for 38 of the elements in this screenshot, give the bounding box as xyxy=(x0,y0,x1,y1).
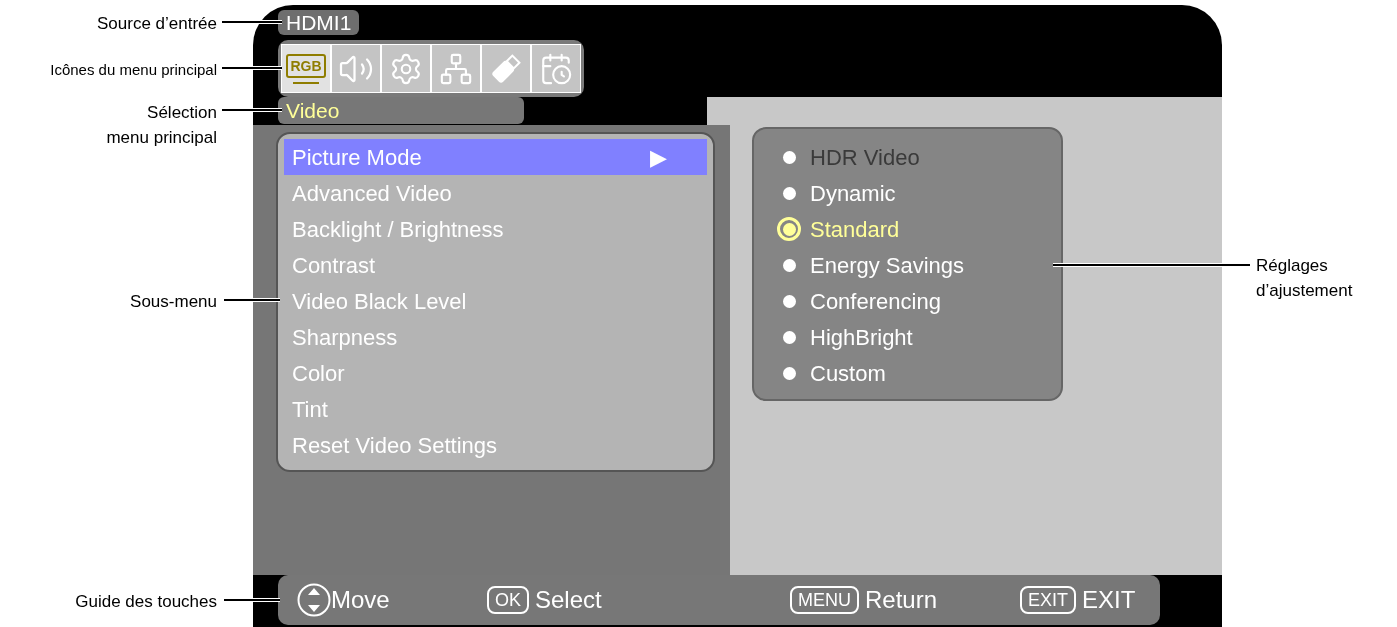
option-label[interactable]: HighBright xyxy=(810,320,913,354)
key-action: Move xyxy=(331,588,390,612)
network-icon xyxy=(439,51,473,86)
rgb-label: RGB xyxy=(290,58,322,73)
annotation-label: Sous-menu xyxy=(130,291,217,313)
submenu-item[interactable]: Backlight / Brightness xyxy=(284,211,707,247)
key-action: Select xyxy=(535,588,602,612)
radio-selected[interactable] xyxy=(777,217,801,241)
annotation-label: Sélection menu principal xyxy=(106,102,217,149)
submenu-item[interactable]: Contrast xyxy=(284,247,707,283)
key-label: MENU xyxy=(790,586,859,614)
annotation-label: Réglages d’ajustement xyxy=(1256,255,1353,302)
annotation-label: Icônes du menu principal xyxy=(50,60,217,80)
main-menu-selection: Video xyxy=(278,97,524,124)
usb-stick-icon xyxy=(490,52,522,85)
gear-icon xyxy=(389,51,423,86)
up-down-keys-icon xyxy=(297,583,331,617)
submenu-item[interactable]: Advanced Video xyxy=(284,175,707,211)
main-menu-tab[interactable]: RGB xyxy=(281,44,331,93)
option-label[interactable]: Standard xyxy=(810,212,900,246)
option-label[interactable]: Conferencing xyxy=(810,284,941,318)
key-label: EXIT xyxy=(1020,586,1076,614)
annotation-label: Source d’entrée xyxy=(96,13,217,35)
option-label[interactable]: Custom xyxy=(810,356,886,390)
key-action: EXIT xyxy=(1082,588,1136,612)
option-label[interactable]: Dynamic xyxy=(810,176,896,210)
annotation-label: Guide des touches xyxy=(75,591,217,613)
submenu-item[interactable]: Tint xyxy=(284,391,707,427)
submenu-item[interactable]: Picture Mode ▶ xyxy=(284,139,707,175)
calendar-clock-icon xyxy=(539,51,573,86)
key-label: OK xyxy=(487,586,529,614)
submenu-item[interactable]: Reset Video Settings xyxy=(284,427,707,463)
option-label[interactable]: Energy Savings xyxy=(810,248,965,282)
submenu-item[interactable]: Sharpness xyxy=(284,319,707,355)
key-action: Return xyxy=(865,588,938,612)
submenu-item[interactable]: Video Black Level xyxy=(284,283,707,319)
submenu-item[interactable]: Color xyxy=(284,355,707,391)
input-source: HDMI1 xyxy=(278,10,360,35)
